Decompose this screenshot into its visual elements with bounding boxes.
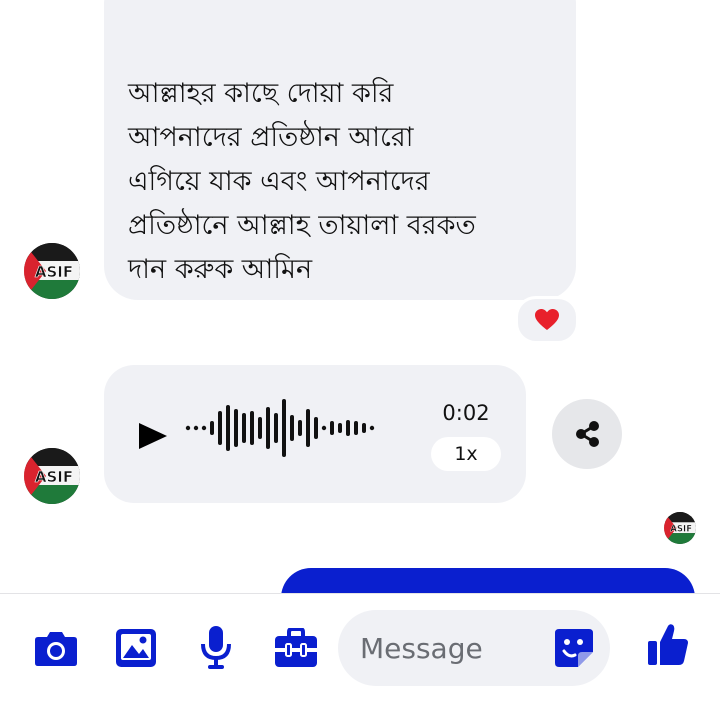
audio-waveform[interactable]: [184, 393, 404, 463]
avatar-logo-text: ASIF: [670, 524, 692, 534]
gallery-button[interactable]: [114, 626, 158, 670]
like-button[interactable]: [646, 622, 690, 666]
share-button[interactable]: [552, 399, 622, 469]
reaction-badge[interactable]: [515, 296, 579, 344]
avatar-logo-text: ASIF: [35, 468, 73, 486]
image-icon: [116, 629, 156, 667]
playback-speed-button[interactable]: 1x: [431, 437, 501, 471]
avatar-logo-text: ASIF: [35, 263, 73, 281]
voice-duration: 0:02: [442, 401, 490, 425]
share-icon: [576, 421, 599, 447]
microphone-button[interactable]: [194, 626, 238, 670]
play-icon[interactable]: [136, 419, 170, 453]
incoming-message-bubble[interactable]: আল্লাহর কাছে দোয়া করি আপনাদের প্রতিষ্ঠা…: [104, 0, 576, 300]
microphone-icon: [201, 626, 231, 669]
message-composer: [0, 593, 720, 719]
message-line: আপনাদের প্রতিষ্ঠান আরো: [128, 122, 414, 153]
avatar-image: ASIF: [664, 512, 696, 544]
thumbs-up-icon: [648, 624, 688, 665]
toolbox-button[interactable]: [274, 626, 318, 670]
sticker-icon[interactable]: [554, 628, 594, 668]
sender-avatar[interactable]: ASIF: [24, 448, 80, 504]
sender-avatar[interactable]: ASIF: [24, 243, 80, 299]
camera-icon: [35, 632, 77, 666]
heart-icon: [535, 309, 559, 330]
camera-button[interactable]: [34, 626, 78, 670]
message-line: আল্লাহর কাছে দোয়া করি: [128, 78, 394, 109]
briefcase-icon: [275, 628, 317, 667]
avatar-image: ASIF: [24, 243, 80, 299]
voice-message-bubble: 0:02 1x: [104, 365, 526, 503]
avatar-image: ASIF: [24, 448, 80, 504]
message-text: আল্লাহর কাছে দোয়া করি আপনাদের প্রতিষ্ঠা…: [128, 72, 558, 292]
message-line: প্রতিষ্ঠানে আল্লাহ তায়ালা বরকত: [128, 210, 476, 241]
message-line: দান করুক আমিন: [128, 254, 313, 285]
message-line: এগিয়ে যাক এবং আপনাদের: [128, 166, 430, 197]
read-receipt-avatar: ASIF: [664, 512, 696, 544]
